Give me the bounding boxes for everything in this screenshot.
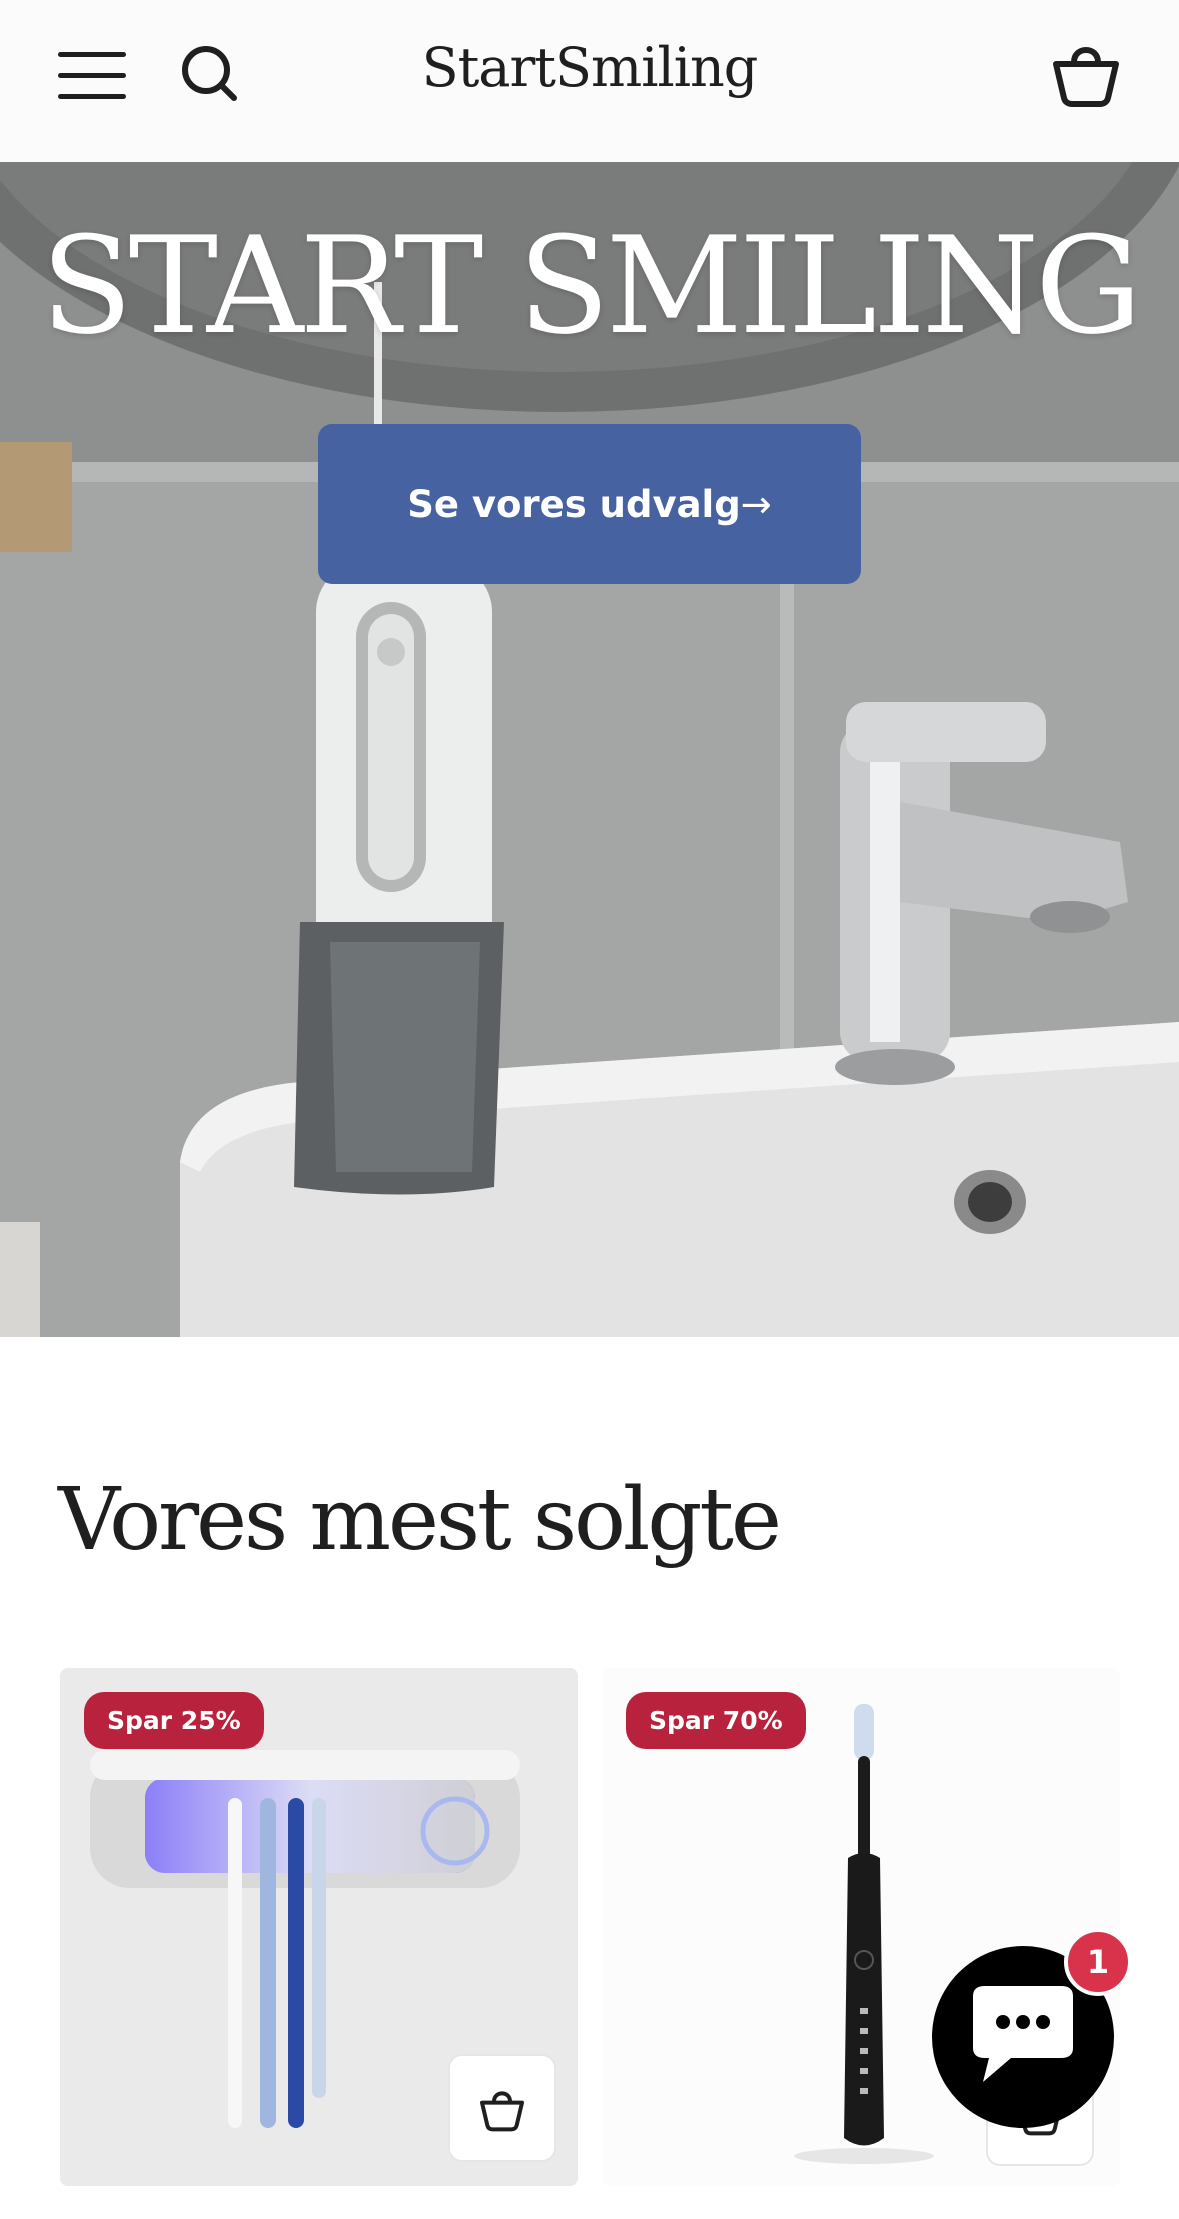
unread-count-badge: 1	[1064, 1928, 1132, 1996]
hero-banner: START SMILING Se vores udvalg →	[0, 162, 1179, 1337]
arrow-right-icon: →	[740, 482, 772, 526]
product-card[interactable]: Spar 25%	[60, 1668, 578, 2186]
discount-badge: Spar 25%	[84, 1692, 264, 1749]
section-title: Vores mest solgte	[58, 1470, 782, 1570]
discount-badge: Spar 70%	[626, 1692, 806, 1749]
quick-add-button[interactable]	[448, 2054, 556, 2162]
site-header: StartSmiling	[0, 0, 1179, 162]
brand-logo[interactable]: StartSmiling	[0, 36, 1179, 99]
shop-now-button-label: Se vores udvalg	[407, 482, 741, 526]
hero-title: START SMILING	[40, 208, 1142, 364]
shop-now-button[interactable]: Se vores udvalg →	[318, 424, 861, 584]
basket-icon	[480, 2091, 524, 2132]
chat-bubble-icon	[973, 1986, 1073, 2082]
basket-icon[interactable]	[1050, 36, 1122, 108]
